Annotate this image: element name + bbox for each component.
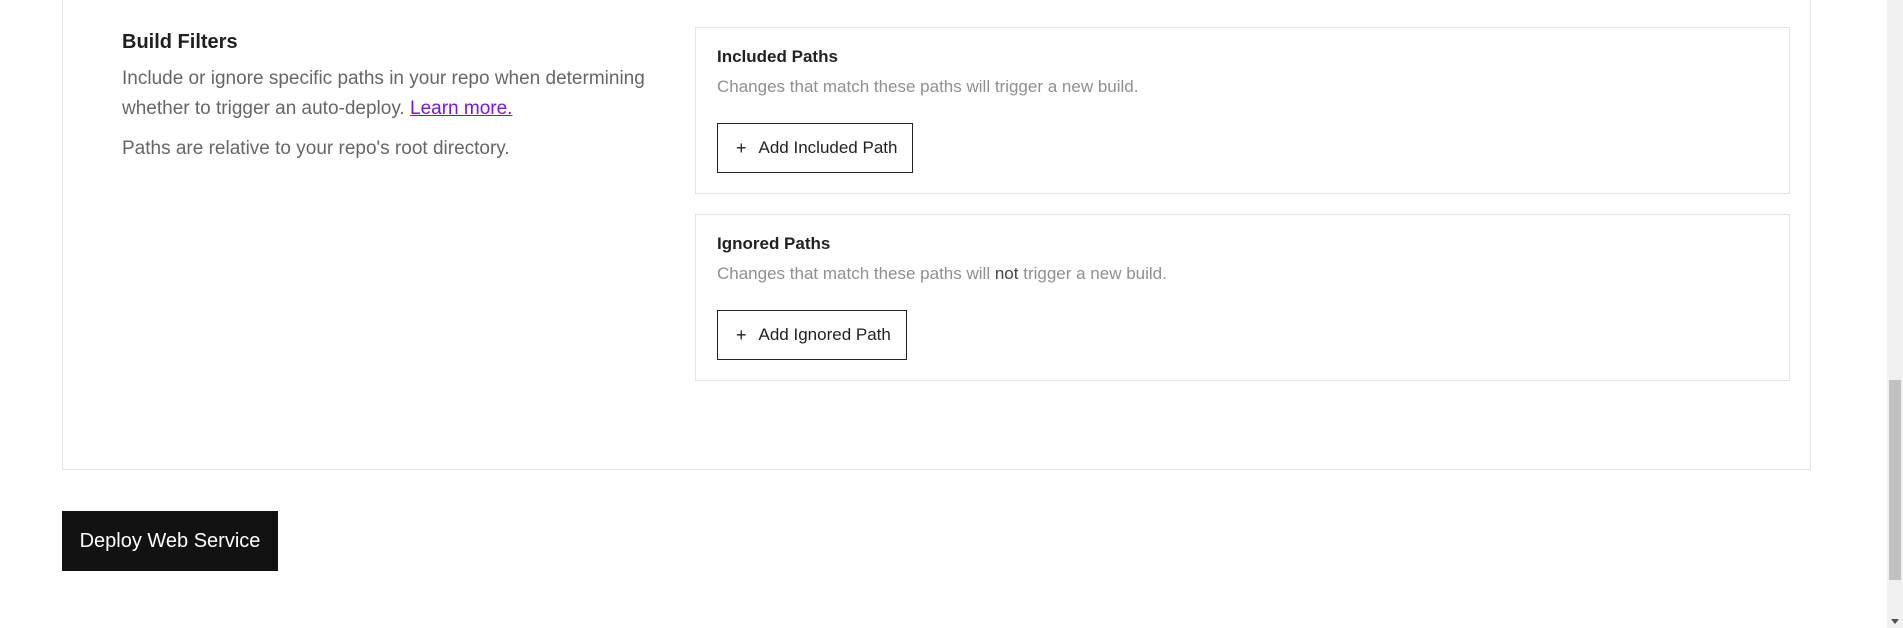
ignored-desc-after: trigger a new build. xyxy=(1023,264,1167,283)
vertical-scrollbar[interactable] xyxy=(1887,0,1903,628)
ignored-paths-title: Ignored Paths xyxy=(717,234,831,253)
ignored-paths-panel: Ignored Paths Changes that match these p… xyxy=(695,214,1790,381)
build-filters-description-text: Include or ignore specific paths in your… xyxy=(122,68,645,119)
build-filters-note: Paths are relative to your repo's root d… xyxy=(122,138,510,159)
scroll-down-arrow-icon[interactable] xyxy=(1891,619,1899,624)
included-paths-panel: Included Paths Changes that match these … xyxy=(695,27,1790,194)
plus-icon: + xyxy=(736,325,747,345)
included-paths-title: Included Paths xyxy=(717,47,838,66)
add-included-path-label: Add Included Path xyxy=(758,138,898,157)
build-filters-title: Build Filters xyxy=(122,31,238,53)
build-filters-description: Include or ignore specific paths in your… xyxy=(122,64,662,124)
ignored-desc-before: Changes that match these paths will xyxy=(717,264,991,283)
scrollbar-thumb[interactable] xyxy=(1889,380,1901,580)
ignored-desc-emphasis: not xyxy=(994,264,1019,283)
build-filters-info: Build Filters Include or ignore specific… xyxy=(122,30,662,164)
add-included-path-button[interactable]: + Add Included Path xyxy=(717,123,914,173)
ignored-paths-description: Changes that match these paths will not … xyxy=(717,263,1167,285)
deploy-web-service-button[interactable]: Deploy Web Service xyxy=(62,511,278,571)
plus-icon: + xyxy=(736,138,747,158)
page: Build Filters Include or ignore specific… xyxy=(0,0,1887,628)
included-paths-description: Changes that match these paths will trig… xyxy=(717,77,1139,96)
add-ignored-path-button[interactable]: + Add Ignored Path xyxy=(717,310,907,360)
add-ignored-path-label: Add Ignored Path xyxy=(758,325,891,344)
learn-more-link[interactable]: Learn more. xyxy=(410,98,512,119)
